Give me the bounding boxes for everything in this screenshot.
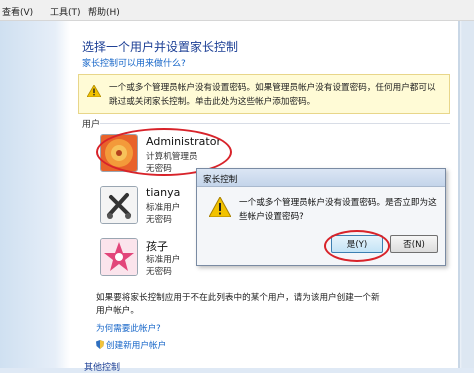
warning-text: 一个或多个管理员帐户没有设置密码。如果管理员帐户没有设置密码，任何用户都可以跳过…: [109, 83, 436, 107]
user-name-administrator[interactable]: Administrator: [146, 135, 221, 148]
warning-banner[interactable]: 一个或多个管理员帐户没有设置密码。如果管理员帐户没有设置密码，任何用户都可以跳过…: [78, 74, 450, 114]
user-role: 标准用户: [146, 203, 181, 213]
no-button[interactable]: 否(N): [390, 235, 438, 253]
avatar-star-icon[interactable]: [100, 238, 138, 276]
dialog-title: 家长控制: [203, 175, 238, 185]
yes-button[interactable]: 是(Y): [331, 235, 383, 253]
user-password-status: 无密码: [146, 267, 172, 277]
avatar-skateboard-icon[interactable]: [100, 186, 138, 224]
user-name-child[interactable]: 孩子: [146, 238, 168, 254]
users-section-label: 用户: [82, 120, 101, 130]
users-divider: [100, 123, 450, 124]
user-role: 计算机管理员: [146, 152, 198, 162]
user-role: 标准用户: [146, 255, 181, 265]
why-account-link[interactable]: 为何需要此帐户?: [96, 322, 161, 334]
page-title: 选择一个用户并设置家长控制: [82, 40, 239, 54]
avatar-flower-icon[interactable]: [100, 134, 138, 172]
scrollbar-track[interactable]: [458, 21, 460, 368]
create-account-label: 创建新用户帐户: [106, 341, 167, 351]
help-link[interactable]: 家长控制可以用来做什么?: [82, 56, 186, 69]
parental-controls-dialog: 家长控制 一个或多个管理员帐户没有设置密码。是否立即为这些帐户设置密码? 是(Y…: [196, 168, 446, 266]
footer-text: 如果要将家长控制应用于不在此列表中的某个用户，请为该用户创建一个新用户帐户。: [96, 293, 380, 316]
warning-icon: [87, 85, 101, 97]
menu-help[interactable]: 帮助(H): [88, 5, 120, 18]
user-name-tianya[interactable]: tianya: [146, 186, 180, 199]
menu-bar: 查看(V) 工具(T) 帮助(H): [0, 0, 474, 21]
dialog-message: 一个或多个管理员帐户没有设置密码。是否立即为这些帐户设置密码?: [239, 198, 437, 222]
user-password-status: 无密码: [146, 215, 172, 225]
create-account-link[interactable]: 创建新用户帐户: [96, 339, 166, 351]
menu-tools[interactable]: 工具(T): [50, 5, 81, 18]
other-controls-heading: 其他控制: [84, 363, 121, 373]
dialog-title-bar[interactable]: 家长控制: [197, 169, 445, 187]
warning-icon: [209, 197, 231, 217]
user-password-status: 无密码: [146, 164, 172, 174]
uac-shield-icon: [96, 340, 104, 349]
menu-view[interactable]: 查看(V): [2, 5, 33, 18]
